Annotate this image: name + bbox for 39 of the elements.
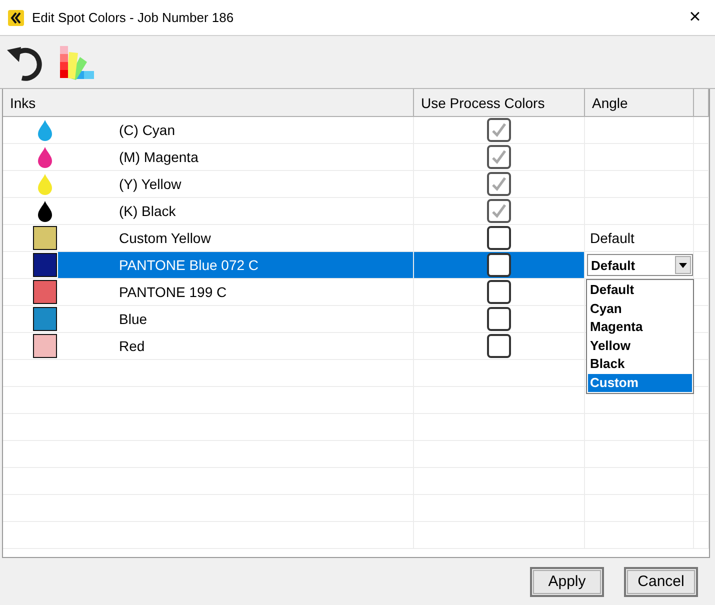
checkbox[interactable] xyxy=(487,226,511,250)
ink-name: Red xyxy=(119,338,145,354)
ink-cell[interactable]: PANTONE 199 C xyxy=(3,279,414,305)
dropdown-option[interactable]: Magenta xyxy=(588,318,692,336)
dialog-button[interactable]: Cancel xyxy=(624,566,698,596)
check-icon xyxy=(491,203,507,219)
ink-cell[interactable]: Red xyxy=(3,333,414,359)
check-icon xyxy=(491,176,507,192)
dialog-button[interactable]: Apply xyxy=(530,566,604,596)
column-header[interactable]: Inks xyxy=(3,89,414,116)
ink-cell[interactable]: Blue xyxy=(3,306,414,332)
dropdown-option[interactable]: Cyan xyxy=(588,300,692,318)
checkbox[interactable] xyxy=(487,253,511,277)
column-header[interactable]: Use Process Colors xyxy=(414,89,585,116)
ink-cell[interactable]: Custom Yellow xyxy=(3,225,414,251)
ink-name: Custom Yellow xyxy=(119,230,211,246)
ink-name: PANTONE Blue 072 C xyxy=(119,257,259,273)
ink-name: (K) Black xyxy=(119,203,176,219)
angle-dropdown[interactable]: Default xyxy=(587,254,693,276)
angle-text: Default xyxy=(589,230,634,246)
ink-name: Blue xyxy=(119,311,148,327)
ink-name: (C) Cyan xyxy=(119,122,176,138)
dropdown-option[interactable]: Black xyxy=(588,355,692,374)
checkbox[interactable] xyxy=(487,280,511,304)
close-button[interactable]: × xyxy=(675,0,715,36)
dropdown-option[interactable]: Default xyxy=(588,281,692,300)
window-title: Edit Spot Colors - Job Number 186 xyxy=(32,10,234,25)
app-icon xyxy=(8,10,24,26)
dropdown-option[interactable]: Yellow xyxy=(588,336,692,355)
column-header[interactable]: Angle xyxy=(585,89,694,116)
dropdown-option[interactable]: Custom xyxy=(588,374,692,392)
check-icon xyxy=(491,122,507,138)
ink-name: (M) Magenta xyxy=(119,149,198,165)
caret-icon xyxy=(679,262,687,268)
check-icon xyxy=(491,149,507,165)
ink-name: PANTONE 199 C xyxy=(119,284,227,300)
checkbox[interactable] xyxy=(487,334,511,358)
ink-name: (Y) Yellow xyxy=(119,176,182,192)
checkbox[interactable] xyxy=(487,307,511,331)
